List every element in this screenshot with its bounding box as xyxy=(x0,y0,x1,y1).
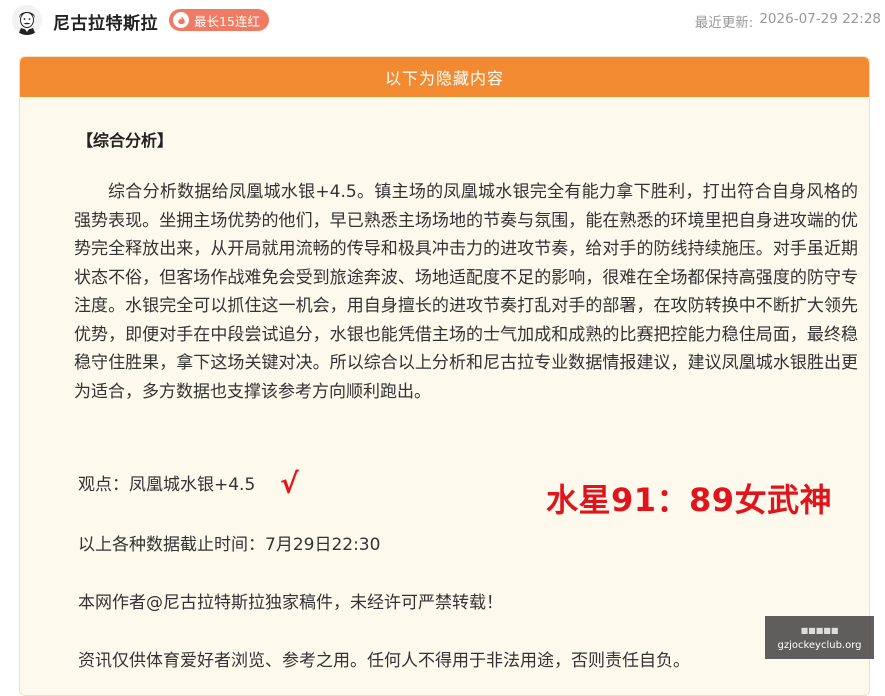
top-bar: 尼古拉特斯拉 最长15连红 最近更新: 2026-07-29 22:28 xyxy=(0,0,885,50)
disclaimer: 资讯仅供体育爱好者浏览、参考之用。任何人不得用于非法用途，否则责任自负。 xyxy=(78,651,690,671)
cutoff-time: 以上各种数据截止时间：7月29日22:30 xyxy=(78,535,381,555)
watermark-domain: gzjockeyclub.org xyxy=(777,639,862,651)
updated-label: 最近更新: xyxy=(694,15,754,31)
watermark-top-text: ■■■■■ xyxy=(800,625,839,635)
last-updated: 最近更新: 2026-07-29 22:28 xyxy=(695,11,881,31)
hidden-content-banner: 以下为隐藏内容 xyxy=(20,57,869,97)
streak-badge: 最长15连红 xyxy=(169,9,269,31)
result-score: 水星91：89女武神 xyxy=(546,481,833,519)
tesla-portrait-avatar-icon xyxy=(12,5,42,35)
copyright-notice: 本网作者@尼古拉特斯拉独家稿件，未经许可严禁转载！ xyxy=(78,593,503,613)
author-avatar[interactable] xyxy=(12,5,42,35)
flame-icon xyxy=(173,12,189,28)
updated-time: 2026-07-29 22:28 xyxy=(759,11,881,27)
site-watermark: ■■■■■ gzjockeyclub.org xyxy=(765,616,874,659)
check-mark-icon: √ xyxy=(280,467,299,500)
hidden-content-card: 以下为隐藏内容 【综合分析】 综合分析数据给凤凰城水银+4.5。镇主场的凤凰城水… xyxy=(19,56,870,696)
viewpoint-text: 观点：凤凰城水银+4.5 xyxy=(78,475,256,495)
author-name[interactable]: 尼古拉特斯拉 xyxy=(53,9,158,34)
streak-badge-label: 最长15连红 xyxy=(194,13,260,29)
analysis-paragraph: 综合分析数据给凤凰城水银+4.5。镇主场的凤凰城水银完全有能力拿下胜利，打出符合… xyxy=(74,182,858,402)
section-title: 【综合分析】 xyxy=(77,131,174,150)
